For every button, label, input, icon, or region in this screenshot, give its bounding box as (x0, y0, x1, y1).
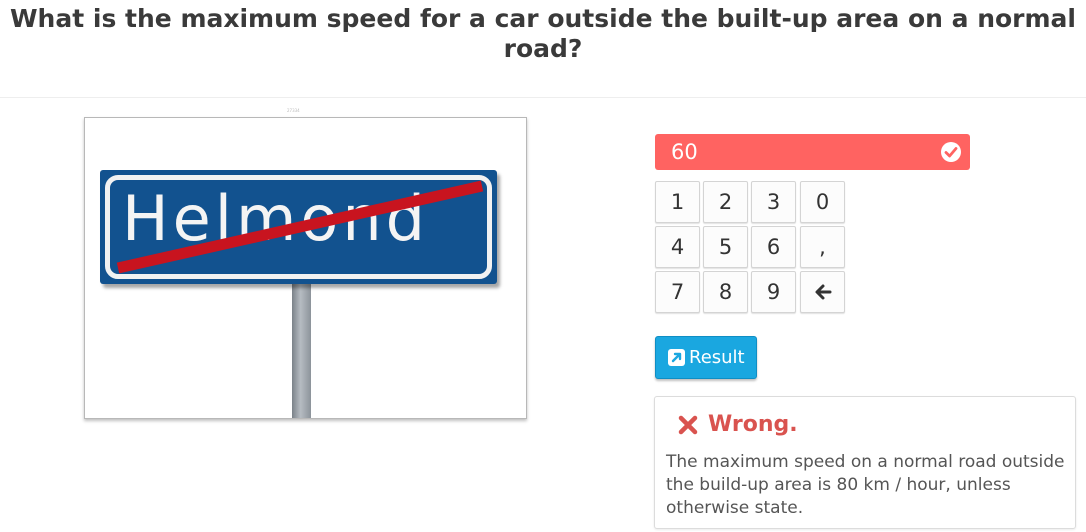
feedback-title: Wrong. (708, 412, 798, 437)
key-8[interactable]: 8 (703, 271, 748, 313)
key-1[interactable]: 1 (655, 181, 700, 223)
key-0[interactable]: 0 (800, 181, 845, 223)
result-button[interactable]: Result (655, 336, 757, 379)
sign-pole (292, 278, 311, 418)
question-image: Helmond (84, 117, 527, 419)
answer-display[interactable]: 60 (655, 134, 970, 170)
external-link-icon (668, 349, 685, 366)
result-button-label: Result (689, 347, 745, 368)
feedback-text: The maximum speed on a normal road outsi… (666, 452, 1065, 518)
city-sign-end-illustration: Helmond (100, 170, 497, 284)
key-backspace[interactable] (800, 271, 845, 313)
key-7[interactable]: 7 (655, 271, 700, 313)
feedback-panel: Wrong. The maximum speed on a normal roa… (654, 396, 1076, 529)
check-circle-icon (941, 142, 961, 162)
question-title: What is the maximum speed for a car outs… (9, 4, 1076, 63)
key-comma[interactable]: , (800, 226, 845, 268)
key-3[interactable]: 3 (751, 181, 796, 223)
key-5[interactable]: 5 (703, 226, 748, 268)
image-caption: 27334 (287, 108, 300, 113)
key-9[interactable]: 9 (751, 271, 796, 313)
cross-icon (678, 415, 698, 435)
key-6[interactable]: 6 (751, 226, 796, 268)
answer-value: 60 (671, 140, 698, 164)
key-2[interactable]: 2 (703, 181, 748, 223)
sign-strike-line (116, 180, 484, 274)
key-4[interactable]: 4 (655, 226, 700, 268)
header-divider (0, 97, 1086, 98)
arrow-left-icon (815, 284, 831, 300)
